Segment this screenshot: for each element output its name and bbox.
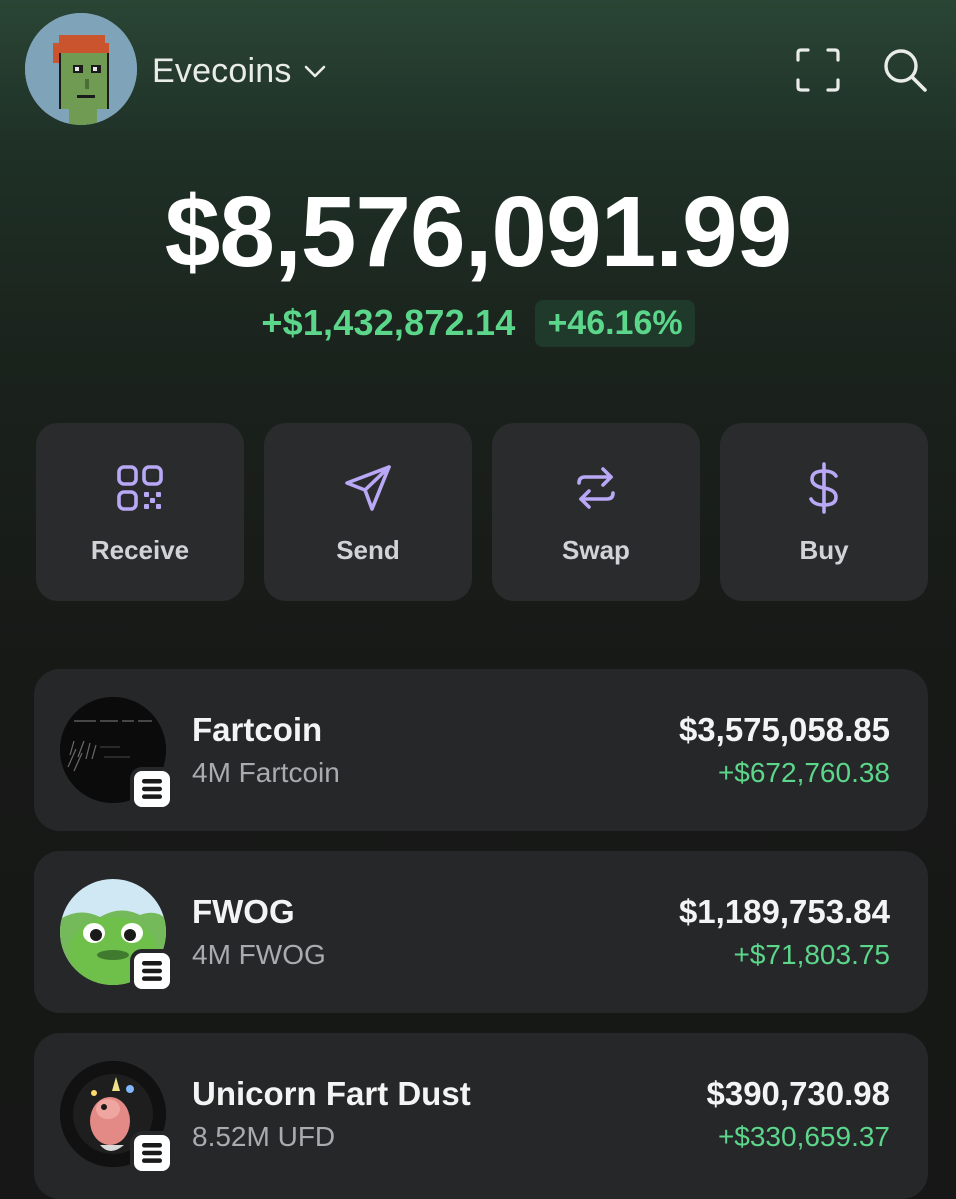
token-row-fartcoin[interactable]: Fartcoin 4M Fartcoin $3,575,058.85 +$672… [34,669,928,831]
header: Evecoins [0,0,956,140]
account-switcher[interactable]: Evecoins [152,48,328,94]
balance-change-row: +$1,432,872.14 +46.16% [0,297,956,349]
pixel-punk-avatar-icon [25,13,137,125]
search-icon[interactable] [879,44,931,96]
send-label: Send [336,535,400,565]
receive-label: Receive [90,535,190,565]
account-name: Evecoins [152,51,292,90]
total-balance: $8,576,091.99 [164,176,793,288]
receive-button[interactable]: Receive [36,423,244,601]
send-icon [345,465,391,511]
avatar[interactable] [25,13,137,125]
swap-label: Swap [562,535,630,565]
token-change: +$672,760.38 [717,757,890,788]
solana-chain-icon [130,767,174,811]
token-change: +$71,803.75 [733,939,891,970]
qr-code-icon [117,465,163,511]
scan-icon[interactable] [792,44,844,96]
token-name: Fartcoin [192,711,323,748]
quick-actions: Receive Send Swap Buy [36,423,928,601]
swap-button[interactable]: Swap [492,423,700,601]
token-amount: 8.52M UFD [192,1121,336,1152]
balance-change-amount: +$1,432,872.14 [261,302,516,343]
swap-icon [577,467,615,509]
buy-label: Buy [799,535,849,565]
buy-button[interactable]: Buy [720,423,928,601]
token-row-fwog[interactable]: FWOG 4M FWOG $1,189,753.84 +$71,803.75 [34,851,928,1013]
token-amount: 4M FWOG [192,939,326,970]
chevron-down-icon [304,65,325,78]
token-row-unicorn-fart-dust[interactable]: Unicorn Fart Dust 8.52M UFD $390,730.98 … [34,1033,928,1199]
token-name: FWOG [192,893,295,930]
token-change: +$330,659.37 [717,1121,890,1152]
send-button[interactable]: Send [264,423,472,601]
token-value: $390,730.98 [706,1075,890,1112]
solana-chain-icon [130,949,174,993]
dollar-icon [809,462,838,514]
solana-chain-icon [130,1131,174,1175]
token-value: $3,575,058.85 [678,711,890,748]
balance-change-percent-badge: +46.16% [535,299,695,347]
token-value: $1,189,753.84 [678,893,890,930]
token-name: Unicorn Fart Dust [192,1075,471,1112]
token-amount: 4M Fartcoin [192,757,340,788]
